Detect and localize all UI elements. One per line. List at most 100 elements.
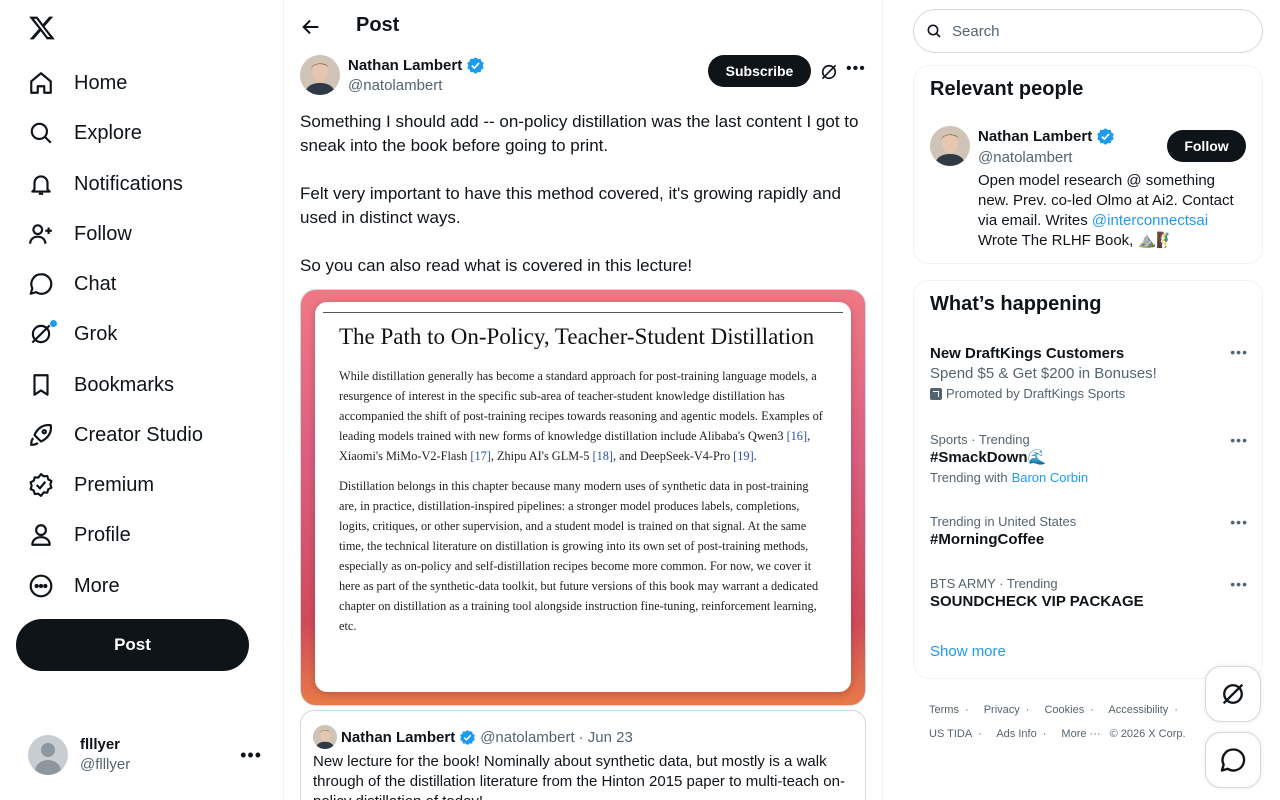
trend-meta: BTS ARMY · Trending [930, 576, 1058, 591]
footer-separator: · [978, 728, 982, 740]
search-icon [927, 24, 941, 38]
post-paragraph: Something I should add -- on-policy dist… [300, 112, 859, 155]
grok-icon [28, 320, 57, 347]
footer-link-more[interactable]: More ··· [1061, 728, 1100, 740]
account-avatar [28, 735, 68, 775]
promoted-text: Promoted by DraftKings Sports [946, 386, 1126, 401]
verified-icon [467, 57, 484, 74]
verified-icon [1097, 128, 1114, 145]
nav-creator-studio[interactable]: Creator Studio [28, 418, 203, 452]
footer-separator: · [1174, 704, 1178, 716]
trend-item[interactable]: Sports · Trending #SmackDown🌊 Trending w… [930, 432, 1248, 485]
person-icon [28, 522, 54, 548]
author-name-text: Nathan Lambert [348, 57, 463, 74]
account-switcher[interactable]: flllyer @flllyer ••• [28, 735, 268, 775]
more-dots-icon[interactable]: ••• [1230, 576, 1248, 592]
more-dots-icon[interactable]: ••• [240, 745, 262, 766]
person-plus-icon [28, 221, 54, 247]
author-handle[interactable]: @natolambert [348, 77, 442, 94]
grok-float-button[interactable] [1205, 666, 1261, 722]
follow-button[interactable]: Follow [1167, 130, 1246, 162]
book-text: , and DeepSeek-V4-Pro [612, 449, 734, 463]
verified-icon [460, 729, 476, 745]
author-avatar[interactable] [300, 55, 340, 95]
nav-chat-label: Chat [74, 272, 117, 295]
grok-icon [1222, 683, 1244, 705]
post-image[interactable]: The Path to On-Policy, Teacher-Student D… [300, 289, 866, 706]
nav-creator-studio-label: Creator Studio [74, 423, 203, 446]
x-logo-icon[interactable] [28, 14, 56, 42]
citation: [18] [592, 449, 613, 463]
footer-separator: · [1090, 704, 1094, 716]
more-dots-icon[interactable]: ••• [1230, 432, 1248, 448]
trend-item[interactable]: BTS ARMY · Trending SOUNDCHECK VIP PACKA… [930, 576, 1248, 612]
person-name-text: Nathan Lambert [978, 128, 1093, 145]
nav-more[interactable]: More [28, 569, 120, 603]
trend-name: #MorningCoffee [930, 531, 1045, 548]
nav-chat[interactable]: Chat [28, 267, 116, 301]
search-input[interactable] [952, 22, 1242, 40]
grok-icon[interactable] [819, 62, 839, 82]
quoted-post-header: Nathan Lambert @natolambert · Jun 23 [313, 725, 633, 749]
nav-premium[interactable]: Premium [28, 468, 154, 502]
book-text: , Zhipu AI's GLM-5 [490, 449, 593, 463]
book-paragraph: While distillation generally has become … [339, 366, 827, 466]
nav-follow[interactable]: Follow [28, 217, 132, 251]
trending-with-link[interactable]: Baron Corbin [1012, 470, 1089, 485]
citation: [17] [470, 449, 491, 463]
person-handle[interactable]: @natolambert [978, 149, 1072, 166]
nav-bookmarks[interactable]: Bookmarks [28, 368, 174, 402]
footer-link-accessibility[interactable]: Accessibility [1108, 704, 1168, 716]
footer-link-terms[interactable]: Terms [929, 704, 959, 716]
footer-link-cookies[interactable]: Cookies [1044, 704, 1084, 716]
footer-link-ads-info[interactable]: Ads Info [996, 728, 1036, 740]
more-circle-icon [28, 573, 54, 599]
footer-link-privacy[interactable]: Privacy [984, 704, 1020, 716]
person-avatar[interactable] [930, 126, 970, 166]
trend-item[interactable]: Trending in United States #MorningCoffee… [930, 514, 1248, 550]
footer-separator: · [1025, 704, 1030, 716]
nav-grok[interactable]: Grok [28, 317, 117, 351]
quote-avatar [313, 725, 337, 749]
subscribe-button[interactable]: Subscribe [708, 55, 811, 87]
promoted-label: Promoted by DraftKings Sports [930, 386, 1248, 401]
nav-more-label: More [74, 574, 120, 597]
promoted-icon [930, 387, 942, 400]
footer-copyright: © 2026 X Corp. [1109, 728, 1186, 740]
back-arrow-icon[interactable] [300, 16, 322, 38]
nav-bookmarks-label: Bookmarks [74, 373, 175, 396]
account-name: flllyer [80, 736, 121, 753]
whats-happening-panel: What’s happening New DraftKings Customer… [913, 280, 1263, 679]
more-dots-icon[interactable]: ••• [1230, 514, 1248, 530]
nav-profile[interactable]: Profile [28, 518, 131, 552]
bio-mention-link[interactable]: @interconnectsai [1092, 212, 1208, 229]
book-paragraph: Distillation belongs in this chapter bec… [339, 479, 819, 633]
footer-link-us-tida[interactable]: US TIDA [929, 728, 972, 740]
chat-float-button[interactable] [1205, 732, 1261, 788]
trend-name: #SmackDown🌊 [930, 449, 1047, 466]
quote-author-name: Nathan Lambert [341, 728, 456, 746]
nav-explore[interactable]: Explore [28, 116, 142, 150]
nav-notifications[interactable]: Notifications [28, 167, 183, 201]
rocket-icon [28, 422, 54, 448]
search-box[interactable] [913, 9, 1263, 53]
more-dots-icon[interactable]: ••• [1230, 344, 1248, 360]
promoted-trend[interactable]: New DraftKings Customers Spend $5 & Get … [930, 344, 1248, 401]
post-button[interactable]: Post [16, 619, 249, 671]
bell-icon [28, 171, 54, 197]
relevant-people-panel: Relevant people Nathan Lambert @natolamb… [913, 65, 1263, 264]
quoted-post[interactable]: Nathan Lambert @natolambert · Jun 23 New… [300, 710, 866, 800]
post-text: Something I should add -- on-policy dist… [300, 110, 870, 302]
trend-meta: Trending in United States [930, 514, 1077, 529]
show-more-link[interactable]: Show more [930, 643, 1006, 660]
author-name[interactable]: Nathan Lambert [348, 56, 485, 75]
person-name[interactable]: Nathan Lambert [978, 127, 1115, 146]
bookmark-icon [28, 372, 54, 398]
footer-links: Terms · Privacy · Cookies · Accessibility · … [929, 698, 1229, 746]
more-dots-icon[interactable]: ••• [846, 60, 866, 78]
nav-profile-label: Profile [74, 523, 131, 546]
nav-explore-label: Explore [74, 121, 142, 144]
trend-subtitle: Spend $5 & Get $200 in Bonuses! [930, 365, 1157, 382]
trending-with: Trending with Baron Corbin [930, 470, 1248, 485]
nav-home[interactable]: Home [28, 66, 127, 100]
